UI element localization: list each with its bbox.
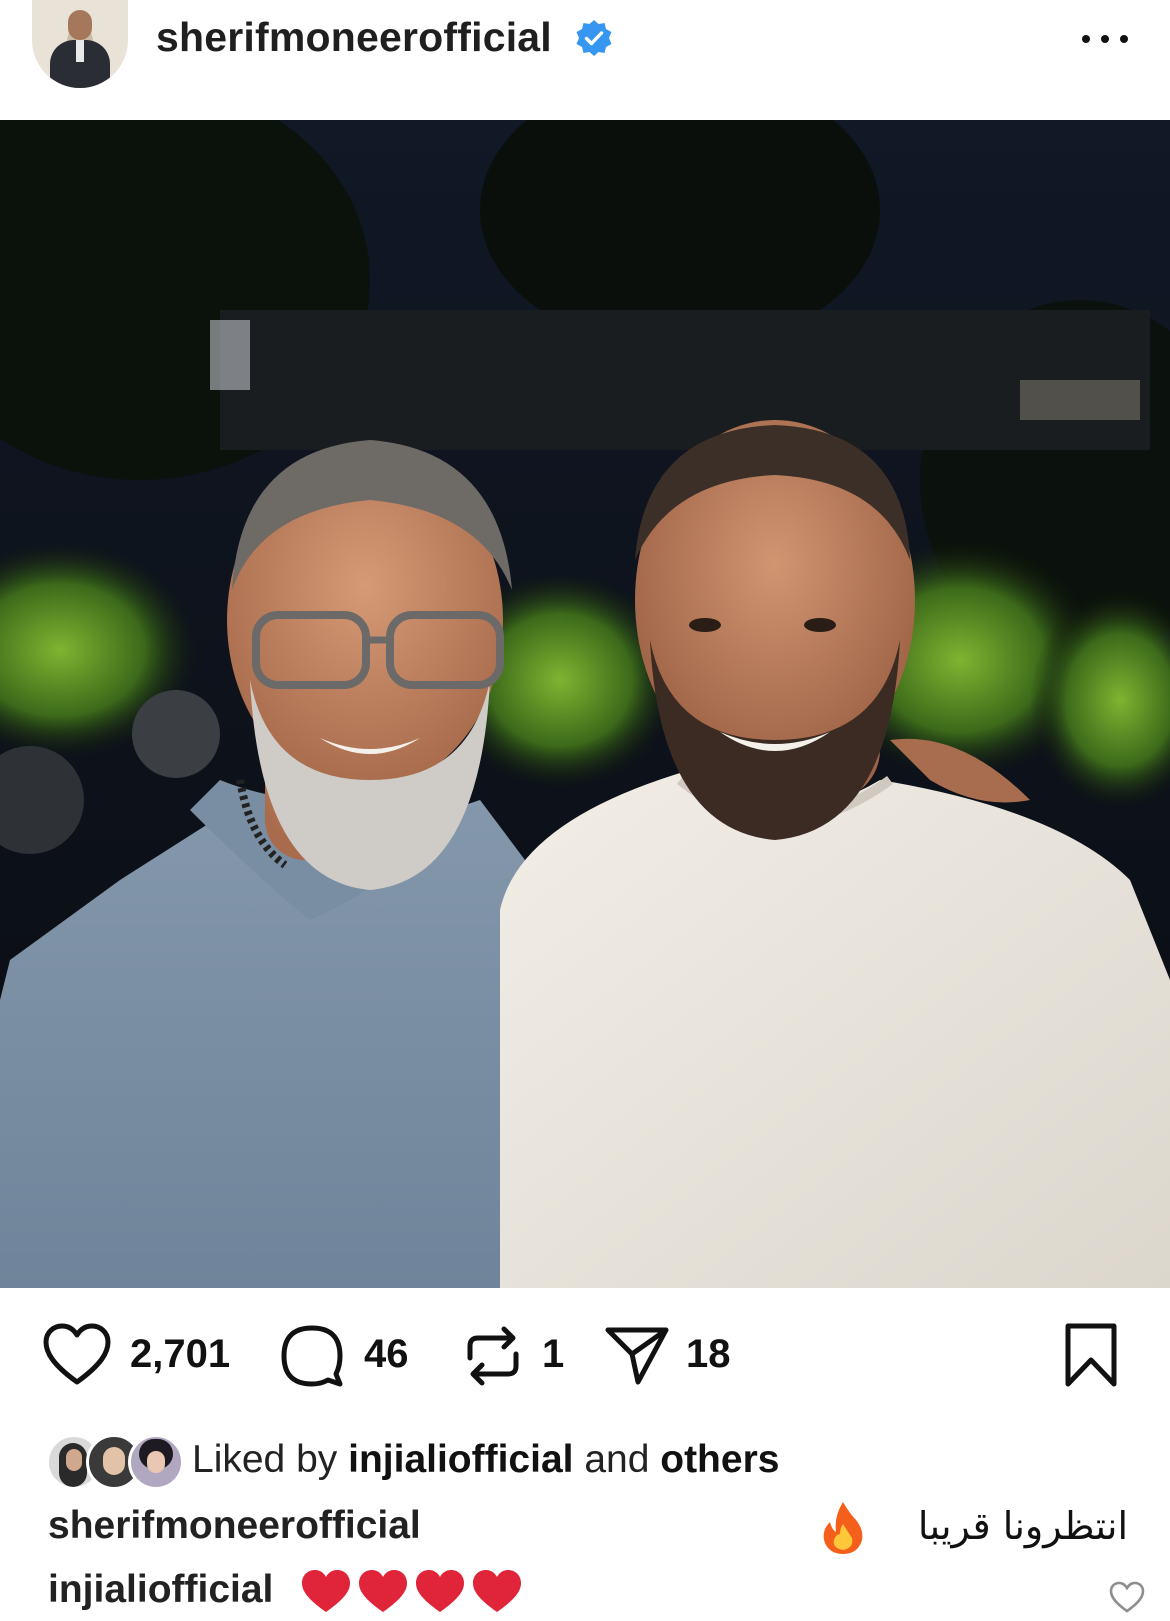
photo-two-men-night [0, 120, 1170, 1288]
like-heart-icon[interactable] [42, 1322, 112, 1388]
avatar-head [68, 10, 92, 40]
liker-avatar [128, 1434, 184, 1490]
red-heart-emoji-icon [302, 1570, 521, 1612]
action-bar: 2,701 46 1 18 [0, 1322, 1170, 1402]
liked-by-user[interactable]: injialiofficial [348, 1438, 573, 1481]
comment-like-icon[interactable] [1108, 1580, 1146, 1614]
repost-icon[interactable] [462, 1324, 524, 1388]
share-send-icon[interactable] [604, 1324, 670, 1386]
avatar-shirt [76, 40, 84, 62]
reposts-count[interactable]: 1 [542, 1332, 564, 1377]
comments-count[interactable]: 46 [364, 1332, 409, 1377]
comment-username[interactable]: injialiofficial [48, 1568, 273, 1612]
save-bookmark-icon[interactable] [1062, 1322, 1120, 1388]
more-options-icon[interactable] [1080, 24, 1130, 54]
liked-by-others[interactable]: others [660, 1438, 779, 1481]
caption-text: انتظرونا قريبا [917, 1504, 1128, 1548]
comment-hearts [300, 1568, 600, 1621]
liked-by-row[interactable]: Liked by injialiofficial and others [46, 1434, 946, 1490]
fire-emoji-icon [823, 1502, 863, 1554]
verified-badge-icon [576, 20, 612, 56]
post-author-username[interactable]: sherifmoneerofficial [156, 14, 552, 61]
liked-by-prefix: Liked by [192, 1438, 338, 1481]
liked-by-text: Liked by injialiofficial and others [192, 1438, 779, 1482]
shares-count[interactable]: 18 [686, 1332, 731, 1377]
comment-bubble-icon[interactable] [278, 1322, 346, 1390]
comment-row: injialiofficial [48, 1568, 1145, 1613]
profile-avatar[interactable] [32, 0, 128, 88]
likes-count[interactable]: 2,701 [130, 1332, 230, 1377]
liked-by-joiner: and [584, 1438, 650, 1481]
post-photo[interactable] [0, 120, 1170, 1288]
post-caption: sherifmoneerofficial انتظرونا قريبا [48, 1502, 1128, 1560]
caption-username[interactable]: sherifmoneerofficial [48, 1504, 421, 1548]
post-header: sherifmoneerofficial [0, 0, 1170, 118]
